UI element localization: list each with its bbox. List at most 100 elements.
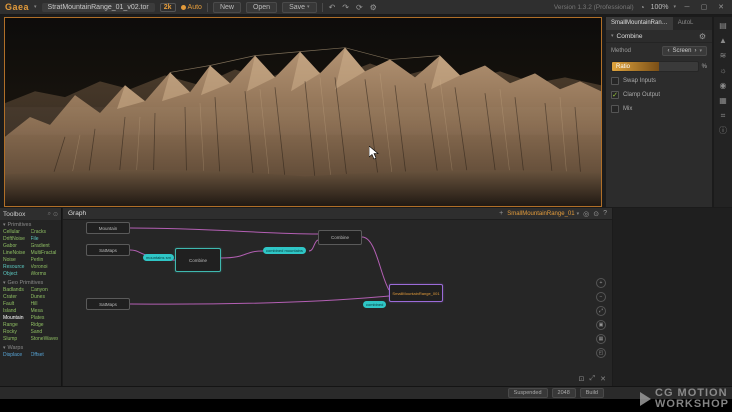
swap-inputs-row[interactable]: Swap Inputs (606, 74, 712, 88)
mix-checkbox[interactable] (611, 105, 619, 113)
combine-section-header[interactable]: ▾ Combine ⚙ (606, 30, 712, 43)
new-button[interactable]: New (212, 1, 241, 13)
toolbox-node-item[interactable]: Hill (31, 301, 59, 308)
toolbox-node-item[interactable]: Object (3, 271, 31, 278)
toolbox-node-item[interactable]: Cracks (31, 229, 59, 236)
swap-inputs-checkbox[interactable] (611, 77, 619, 85)
toolbox-node-item[interactable]: Badlands (3, 287, 31, 294)
toolbox-node-item[interactable]: LineNoise (3, 250, 31, 257)
tab-small-mountain-range[interactable]: SmallMountainRan… (606, 17, 673, 30)
toolbox-node-item[interactable]: StoneWaves (31, 336, 59, 343)
toolbox-node-item[interactable]: Sand (31, 329, 59, 336)
terrain-icon[interactable]: ▲ (719, 37, 727, 45)
resolution-button[interactable]: 2048 (551, 388, 576, 398)
toolbox-node-item[interactable]: Dunes (31, 294, 59, 301)
add-node-icon[interactable]: + (499, 210, 503, 217)
graph-node-satmaps-1[interactable]: SatMaps (86, 244, 130, 256)
zoom-level[interactable]: 100% (651, 4, 669, 11)
build-button[interactable]: Build (579, 388, 604, 398)
toolbox-node-item[interactable]: Offset (31, 352, 59, 359)
toolbox-node-item[interactable]: File (31, 236, 59, 243)
toolbox-node-item-mountain[interactable]: Mountain (3, 315, 31, 322)
toolbox-node-item[interactable]: Noise (3, 257, 31, 264)
toolbox-node-item[interactable]: Cellular (3, 229, 31, 236)
toolbox-node-item[interactable]: Range (3, 322, 31, 329)
next-option-icon[interactable]: › (694, 48, 696, 54)
toolbox-node-item[interactable]: Displace (3, 352, 31, 359)
water-icon[interactable]: ≋ (720, 52, 727, 60)
tab-autolevel[interactable]: AutoL (673, 17, 699, 30)
portal-combined-mountains[interactable]: combined mountains (263, 247, 306, 254)
toolbox-node-item[interactable]: Perlin (31, 257, 59, 264)
help-icon[interactable]: ? (603, 210, 607, 217)
pin-icon[interactable]: ⊙ (53, 211, 58, 218)
gear-icon[interactable]: ⚙ (698, 32, 707, 41)
zoom-in-icon[interactable]: + (596, 278, 606, 288)
fit-view-icon[interactable]: ⤢ (596, 306, 606, 316)
actual-size-icon[interactable]: ▣ (596, 320, 606, 330)
graph-node-output-smallmountainrange[interactable]: SmallMountainRange_001 (389, 284, 443, 302)
toolbox-section-warps[interactable]: ▾ Warps (0, 343, 61, 352)
close-button[interactable]: ✕ (715, 3, 727, 11)
toolbox-section-primitives[interactable]: ▾ Primitives (0, 220, 61, 229)
search-icon[interactable]: ⌕ (48, 211, 51, 218)
portal-combined[interactable]: combined (363, 301, 387, 308)
toolbox-node-item[interactable]: Mesa (31, 308, 59, 315)
terrain-3d-viewport[interactable] (4, 17, 602, 207)
minimize-button[interactable]: ─ (681, 4, 693, 11)
settings-icon[interactable]: ⚙ (369, 3, 378, 12)
graph-canvas[interactable]: Mountain SatMaps Combine Combine SatMaps… (63, 220, 612, 386)
toolbox-node-item[interactable]: DriftNoise (3, 236, 31, 243)
document-tab[interactable]: StratMountainRange_01_v02.tor (41, 2, 155, 12)
toolbox-node-item[interactable]: Fault (3, 301, 31, 308)
save-button[interactable]: Save ▾ (282, 1, 317, 13)
toolbox-node-item[interactable]: Ridge (31, 322, 59, 329)
toolbox-node-item[interactable]: Resource (3, 264, 31, 271)
maximize-button[interactable]: ▢ (698, 3, 710, 11)
clamp-output-checkbox[interactable]: ✓ (611, 91, 619, 99)
locate-icon[interactable]: ◎ (583, 210, 589, 218)
graph-node-combine-2[interactable]: Combine (318, 230, 362, 245)
layers-icon[interactable]: ▦ (719, 97, 727, 105)
open-button[interactable]: Open (245, 1, 278, 13)
graph-node-mountain[interactable]: Mountain (86, 222, 130, 234)
graph-node-combine-1[interactable]: Combine (175, 248, 221, 272)
undo-icon[interactable]: ↶ (328, 3, 337, 12)
ratio-slider[interactable]: Ratio (611, 61, 699, 72)
toolbox-node-item[interactable]: Gabor (3, 243, 31, 250)
auto-build-toggle[interactable]: Auto (180, 4, 202, 11)
graph-node-satmaps-2[interactable]: SatMaps (86, 298, 130, 310)
sun-icon[interactable]: ☼ (719, 67, 726, 75)
redo-icon[interactable]: ↷ (341, 3, 350, 12)
toolbox-node-item[interactable]: Canyon (31, 287, 59, 294)
toolbox-node-item[interactable]: Island (3, 308, 31, 315)
toolbox-node-item[interactable]: Gradient (31, 243, 59, 250)
graph-breadcrumb[interactable]: SmallMountainRange_01 ▾ (507, 211, 579, 217)
history-icon[interactable]: ⟳ (355, 3, 364, 12)
prev-option-icon[interactable]: ‹ (667, 48, 669, 54)
frame-selection-icon[interactable]: ⊡ (579, 375, 585, 383)
display-icon[interactable]: ▤ (719, 22, 727, 30)
portal-mountains-sm[interactable]: mountains sm (143, 254, 174, 261)
toolbox-node-item[interactable]: Worms (31, 271, 59, 278)
grid-icon[interactable]: ▦ (596, 334, 606, 344)
toolbox-section-geo-primitives[interactable]: ▾ Geo Primitives (0, 278, 61, 287)
suspended-button[interactable]: Suspended (507, 388, 548, 398)
mix-row[interactable]: Mix (606, 102, 712, 116)
minimap-icon[interactable]: ◰ (596, 348, 606, 358)
toolbox-node-item[interactable]: MultiFractal (31, 250, 59, 257)
resolution-badge[interactable]: 2k (159, 2, 176, 12)
toolbox-node-item[interactable]: Crater (3, 294, 31, 301)
measure-icon[interactable]: ⌗ (721, 112, 726, 120)
maximize-graph-icon[interactable]: ⤢ (590, 375, 596, 383)
toolbox-node-item[interactable]: Slump (3, 336, 31, 343)
clamp-output-row[interactable]: ✓ Clamp Output (606, 88, 712, 102)
bookmark-icon[interactable]: ⊙ (593, 210, 599, 218)
toolbox-node-item[interactable]: Plates (31, 315, 59, 322)
app-logo[interactable]: Gaea (5, 2, 29, 12)
info-icon[interactable]: ⓘ (719, 127, 727, 135)
close-graph-icon[interactable]: ✕ (600, 375, 606, 383)
zoom-out-icon[interactable]: − (596, 292, 606, 302)
camera-icon[interactable]: ◉ (720, 82, 727, 90)
method-dropdown[interactable]: ‹ Screen › ▾ (662, 46, 707, 56)
